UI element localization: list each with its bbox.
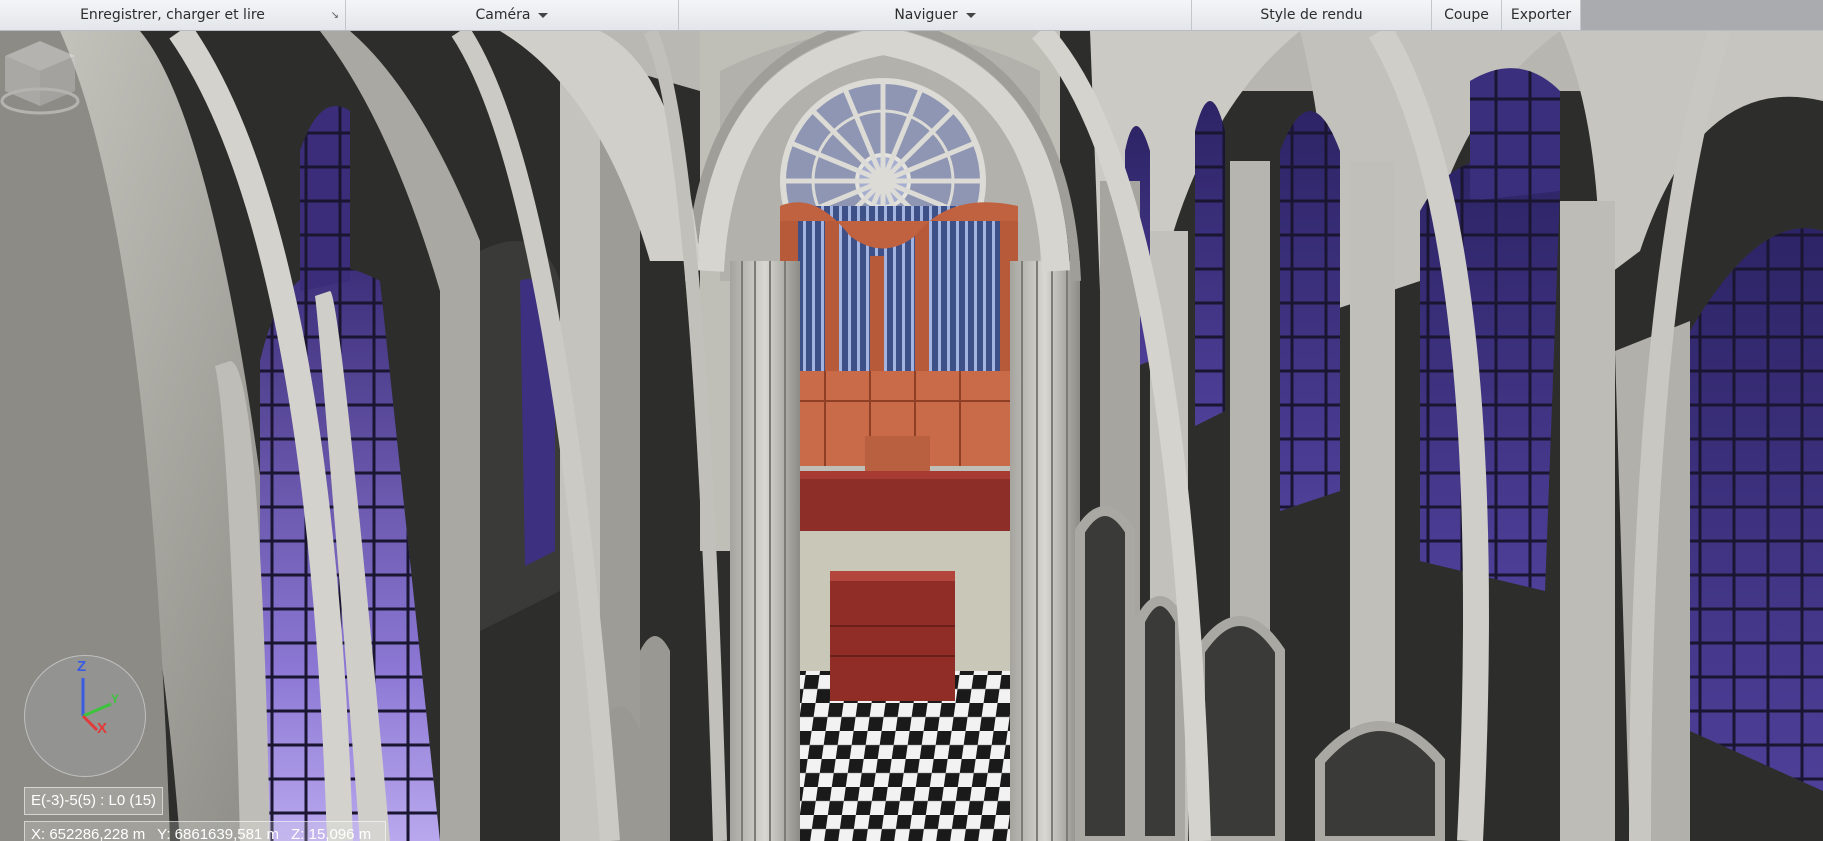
- cathedral-nave-render: [0, 31, 1823, 841]
- ribbon-empty-area: [1581, 0, 1823, 30]
- panel-section[interactable]: Coupe: [1432, 0, 1502, 30]
- dialog-launcher-icon[interactable]: ↘: [331, 10, 339, 21]
- panel-navigate[interactable]: Naviguer: [679, 0, 1192, 30]
- x-axis-label: X: [97, 720, 108, 737]
- y-axis-label: Y: [111, 692, 120, 706]
- axis-tripod-icon[interactable]: Z Y X: [24, 655, 146, 777]
- viewcube-icon[interactable]: [0, 31, 80, 121]
- coord-z: Z: 15,096 m: [291, 826, 372, 841]
- ribbon-panel-bar: Enregistrer, charger et lire ↘ Caméra Na…: [0, 0, 1823, 31]
- panel-label: Caméra: [475, 7, 531, 23]
- level-indicator: E(-3)-5(5) : L0 (15): [24, 787, 164, 815]
- x-axis-line: [81, 714, 99, 732]
- panel-label: Enregistrer, charger et lire: [80, 7, 265, 23]
- panel-label: Exporter: [1510, 7, 1572, 23]
- chevron-down-icon[interactable]: [965, 12, 976, 18]
- z-axis-label: Z: [77, 658, 87, 675]
- panel-label: Coupe: [1444, 7, 1489, 23]
- y-axis-line: [82, 702, 112, 718]
- chevron-down-icon[interactable]: [538, 12, 549, 18]
- panel-camera[interactable]: Caméra: [346, 0, 679, 30]
- 3d-viewport[interactable]: Z Y X E(-3)-5(5) : L0 (15) X: 652286,228…: [0, 31, 1823, 841]
- coord-y: Y: 6861639,581 m: [157, 826, 279, 841]
- panel-label: Naviguer: [894, 7, 958, 23]
- panel-render-style[interactable]: Style de rendu: [1192, 0, 1432, 30]
- coord-x: X: 652286,228 m: [31, 826, 146, 841]
- panel-export[interactable]: Exporter: [1502, 0, 1581, 30]
- pipe-organ: [780, 202, 1018, 531]
- coordinates-readout: X: 652286,228 m Y: 6861639,581 m Z: 15,0…: [24, 821, 387, 841]
- lectern: [830, 571, 955, 701]
- panel-save-load-play[interactable]: Enregistrer, charger et lire ↘: [0, 0, 346, 30]
- panel-label: Style de rendu: [1260, 7, 1363, 23]
